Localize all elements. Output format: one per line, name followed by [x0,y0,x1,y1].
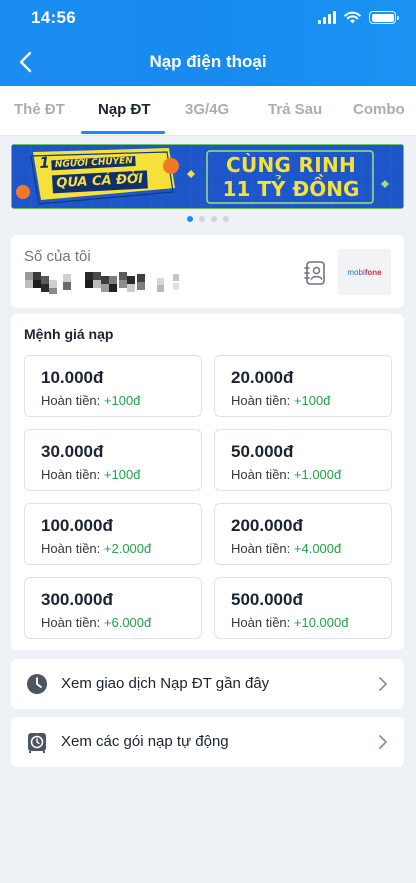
cashback-label: Hoàn tiền: [41,393,101,408]
cashback-value: +4.000đ [293,541,342,556]
denomination-section: Mệnh giá nạp 10.000đ Hoàn tiền: +100đ 20… [11,314,404,650]
cashback-value: +10.000đ [293,615,349,630]
cashback-value: +100đ [293,393,331,408]
operator-logo: mobi fone [338,249,391,295]
denomination-option[interactable]: 200.000đ Hoàn tiền: +4.000đ [214,503,392,565]
tab-3g-4g[interactable]: 3G/4G [185,86,229,136]
operator-logo-prefix: mobi [347,267,365,277]
cashback-label: Hoàn tiền: [41,467,101,482]
banner-right-text: CÙNG RINH 11 TỶ ĐỒNG [211,153,371,201]
cashback-value: +100đ [103,467,141,482]
cashback-value: +1.000đ [293,467,342,482]
denomination-option[interactable]: 300.000đ Hoàn tiền: +6.000đ [24,577,202,639]
cashback-text: Hoàn tiền: +10.000đ [231,615,348,630]
denomination-option[interactable]: 500.000đ Hoàn tiền: +10.000đ [214,577,392,639]
pagination-dot[interactable] [223,216,229,222]
promo-banner[interactable]: 1 NGƯỜI CHUYỂN QUA CẢ ĐỜI CÙNG RINH 11 TỶ… [11,144,404,209]
auto-topup-icon [28,733,46,753]
banner-number: 1 [38,153,51,172]
cashback-value: +2.000đ [103,541,152,556]
denomination-option[interactable]: 20.000đ Hoàn tiền: +100đ [214,355,392,417]
status-time: 14:56 [31,8,76,27]
tab-tra-sau[interactable]: Trả Sau [268,86,322,136]
banner-right-line1: CÙNG RINH [225,153,357,177]
denomination-amount: 200.000đ [231,516,303,535]
chevron-right-icon [379,735,387,749]
cashback-value: +6.000đ [103,615,152,630]
auto-topup-link[interactable]: Xem các gói nạp tự động [11,717,404,767]
chevron-right-icon [379,677,387,691]
cashback-text: Hoàn tiền: +100đ [41,393,140,408]
denomination-amount: 30.000đ [41,442,104,461]
tab-the-dt[interactable]: Thẻ ĐT [14,86,65,136]
denomination-amount: 50.000đ [231,442,294,461]
banner-right-line2: 11 TỶ ĐỒNG [222,177,360,201]
active-tab-indicator [81,131,165,134]
cashback-label: Hoàn tiền: [231,467,291,482]
wifi-icon [344,11,361,24]
recent-transactions-link[interactable]: Xem giao dịch Nạp ĐT gần đây [11,659,404,709]
contacts-icon[interactable] [304,260,328,286]
page-title: Nạp điện thoại [149,52,267,71]
battery-icon [369,11,399,24]
banner-left-text: 1 NGƯỜI CHUYỂN QUA CẢ ĐỜI [39,149,173,194]
denomination-amount: 500.000đ [231,590,303,609]
auto-topup-label: Xem các gói nạp tự động [61,733,229,750]
pagination-dot[interactable] [187,216,193,222]
tab-combo[interactable]: Combo [353,86,405,136]
banner-left-line1: NGƯỜI CHUYỂN [51,155,137,171]
status-bar: 14:56 [0,0,416,36]
cashback-text: Hoàn tiền: +2.000đ [41,541,151,556]
phone-number-card: Số của tôi mobi fone [11,235,404,308]
cashback-text: Hoàn tiền: +100đ [41,467,140,482]
status-icons [318,11,399,24]
cashback-text: Hoàn tiền: +1.000đ [231,467,341,482]
pagination-dot[interactable] [211,216,217,222]
denomination-option[interactable]: 10.000đ Hoàn tiền: +100đ [24,355,202,417]
denomination-amount: 300.000đ [41,590,113,609]
clock-icon [27,674,47,694]
tab-nap-dt[interactable]: Nạp ĐT [98,86,151,136]
tab-bar: Thẻ ĐT Nạp ĐT 3G/4G Trả Sau Combo [0,86,416,136]
phone-label: Số của tôi [24,248,91,265]
cellular-signal-icon [318,11,336,24]
cashback-label: Hoàn tiền: [231,393,291,408]
app-header: 14:56 Nạp điện thoại [0,0,416,86]
operator-logo-suffix: fone [364,267,382,277]
denomination-amount: 20.000đ [231,368,294,387]
denomination-amount: 10.000đ [41,368,104,387]
cashback-label: Hoàn tiền: [231,541,291,556]
denomination-option[interactable]: 50.000đ Hoàn tiền: +1.000đ [214,429,392,491]
denomination-title: Mệnh giá nạp [24,326,114,342]
recent-transactions-label: Xem giao dịch Nạp ĐT gần đây [61,675,270,692]
cashback-label: Hoàn tiền: [41,541,101,556]
cashback-label: Hoàn tiền: [231,615,291,630]
denomination-option[interactable]: 100.000đ Hoàn tiền: +2.000đ [24,503,202,565]
denomination-amount: 100.000đ [41,516,113,535]
cashback-text: Hoàn tiền: +6.000đ [41,615,151,630]
denomination-option[interactable]: 30.000đ Hoàn tiền: +100đ [24,429,202,491]
banner-pagination [0,216,416,222]
pagination-dot[interactable] [199,216,205,222]
cashback-label: Hoàn tiền: [41,615,101,630]
cashback-text: Hoàn tiền: +4.000đ [231,541,341,556]
cashback-text: Hoàn tiền: +100đ [231,393,330,408]
cashback-value: +100đ [103,393,141,408]
masked-phone-number[interactable] [25,268,195,296]
